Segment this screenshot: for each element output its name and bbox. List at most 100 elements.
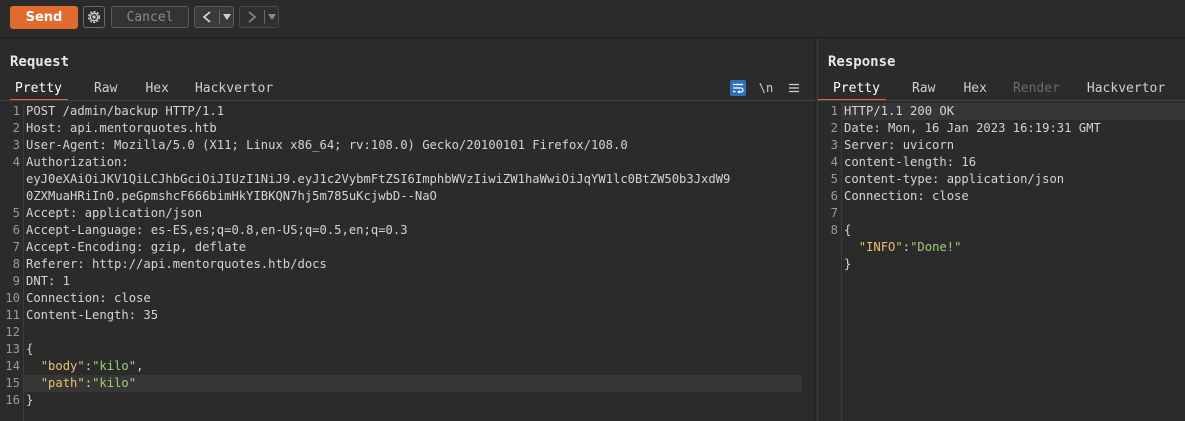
- tab-render: Render: [1012, 81, 1060, 96]
- json-punctuation: :: [84, 359, 93, 373]
- line-text: Accept: application/json: [26, 206, 203, 220]
- cancel-button[interactable]: Cancel: [111, 6, 189, 28]
- json-punctuation: ,: [136, 359, 144, 373]
- code-line: }: [818, 256, 1185, 273]
- current-line-highlight: [24, 375, 802, 392]
- tab-raw[interactable]: Raw: [912, 79, 935, 101]
- code-line: 3 User-Agent: Mozilla/5.0 (X11; Linux x86…: [0, 137, 814, 154]
- tabs-divider: [818, 100, 1185, 101]
- line-number: 8: [830, 223, 838, 237]
- request-title: Request: [10, 54, 70, 70]
- json-key: "path": [40, 376, 85, 390]
- line-number: 6: [830, 189, 838, 203]
- caret-down-icon[interactable]: [220, 14, 233, 20]
- line-number: 14: [5, 359, 20, 373]
- code-line: 4 content-length: 16: [818, 154, 1185, 171]
- back-button[interactable]: [194, 6, 234, 28]
- code-line: 8{: [818, 222, 1185, 239]
- line-number: 5: [12, 206, 20, 220]
- response-panel: Response Pretty Raw Hex Render Hackverto…: [817, 39, 1185, 421]
- line-text: "INFO":"Done!": [844, 239, 962, 256]
- line-number: 1: [830, 104, 838, 118]
- line-number: 1: [12, 104, 20, 118]
- line-text: HTTP/1.1 200 OK: [844, 104, 955, 118]
- line-text: {: [26, 342, 34, 356]
- request-editor[interactable]: 1 POST /admin/backup HTTP/1.1 2 Host: api.m…: [0, 103, 814, 421]
- code-line: 1 POST /admin/backup HTTP/1.1: [0, 103, 814, 120]
- line-text: content-length: 16: [844, 155, 977, 169]
- code-line: 6 Accept-Language: es-ES,es;q=0.8,en-US;q…: [0, 222, 814, 239]
- line-number: 2: [12, 121, 20, 135]
- code-line: 2 Date: Mon, 16 Jan 2023 16:19:31 GMT: [818, 120, 1185, 137]
- code-line: eyJ0eXAiOiJKV1QiLCJhbGciOiJIUzI1NiJ9.eyJ…: [0, 171, 814, 188]
- line-number: 9: [12, 274, 20, 288]
- wrap-lines-button[interactable]: [730, 79, 746, 96]
- newline-toggle-label: \n: [758, 80, 774, 95]
- code-line: 11 Content-Length: 35: [0, 307, 814, 324]
- code-line: 8 Referer: http://api.mentorquotes.htb/do…: [0, 256, 814, 273]
- settings-button[interactable]: [83, 6, 105, 28]
- newline-toggle-icon[interactable]: \n: [758, 80, 774, 96]
- json-punctuation: :: [84, 376, 93, 390]
- line-text: "body":"kilo",: [26, 358, 144, 375]
- response-editor[interactable]: 1 HTTP/1.1 200 OK 2 Date: Mon, 16 Jan 2023 …: [818, 103, 1185, 421]
- chevron-right-icon: [240, 11, 264, 23]
- tab-pretty[interactable]: Pretty: [818, 79, 886, 101]
- line-number: 4: [12, 155, 20, 169]
- tab-hackvertor[interactable]: Hackvertor: [1087, 79, 1165, 101]
- line-text: Connection: close: [26, 291, 151, 305]
- code-line: "INFO":"Done!": [818, 239, 1185, 256]
- wrap-lines-icon: [733, 83, 744, 93]
- line-text: Connection: close: [844, 189, 969, 203]
- code-line: 5 content-type: application/json: [818, 171, 1185, 188]
- request-panel: Request Pretty Raw Hex Hackvertor \n 1 P…: [0, 39, 815, 421]
- line-text: Content-Length: 35: [26, 308, 159, 322]
- line-number: 4: [830, 155, 838, 169]
- send-button[interactable]: Send: [10, 6, 78, 29]
- code-line: 6 Connection: close: [818, 188, 1185, 205]
- forward-button[interactable]: [239, 6, 279, 28]
- toolbar: Send Cancel: [0, 0, 1185, 38]
- tab-hex[interactable]: Hex: [963, 79, 986, 101]
- tab-pretty[interactable]: Pretty: [10, 79, 68, 101]
- code-line: 2 Host: api.mentorquotes.htb: [0, 120, 814, 137]
- tabs-divider: [0, 100, 815, 101]
- line-number: 11: [5, 308, 20, 322]
- code-line: 0ZXMuaHRiIn0.peGpmshcF666bimHkYIBKQN7hj5…: [0, 188, 814, 205]
- line-text: {: [844, 223, 852, 237]
- line-number: 5: [830, 172, 838, 186]
- code-line: 7: [818, 205, 1185, 222]
- request-editor-options: \n: [730, 79, 802, 96]
- line-number: 12: [5, 325, 20, 339]
- code-line: 12: [0, 324, 814, 341]
- line-number: 2: [830, 121, 838, 135]
- code-line: 15 "path":"kilo": [0, 375, 814, 392]
- code-line: 1 HTTP/1.1 200 OK: [818, 103, 1185, 120]
- settings-gear-icon: [88, 11, 100, 23]
- line-text: User-Agent: Mozilla/5.0 (X11; Linux x86_…: [26, 138, 628, 152]
- line-text: }: [844, 257, 852, 271]
- hamburger-menu-icon[interactable]: [786, 80, 802, 96]
- code-line: 14 "body":"kilo",: [0, 358, 814, 375]
- tab-raw[interactable]: Raw: [94, 79, 117, 101]
- caret-down-icon[interactable]: [265, 14, 278, 20]
- code-line: 10 Connection: close: [0, 290, 814, 307]
- json-punctuation: [26, 359, 41, 373]
- json-punctuation: [844, 240, 859, 254]
- tab-hex[interactable]: Hex: [131, 79, 182, 101]
- line-number: 7: [830, 206, 838, 220]
- json-value: "kilo": [92, 359, 137, 373]
- tab-hackvertor[interactable]: Hackvertor: [195, 79, 273, 101]
- line-number: 3: [830, 138, 838, 152]
- line-text: }: [26, 393, 34, 407]
- line-number: 10: [5, 291, 20, 305]
- code-line: 16}: [0, 392, 814, 409]
- json-punctuation: [26, 376, 41, 390]
- line-text: Host: api.mentorquotes.htb: [26, 121, 217, 135]
- line-text: Server: uvicorn: [844, 138, 955, 152]
- line-number: 3: [12, 138, 20, 152]
- line-number: 7: [12, 240, 20, 254]
- line-text: Date: Mon, 16 Jan 2023 16:19:31 GMT: [844, 121, 1101, 135]
- json-value: "Done!": [910, 240, 962, 254]
- json-value: "kilo": [92, 376, 137, 390]
